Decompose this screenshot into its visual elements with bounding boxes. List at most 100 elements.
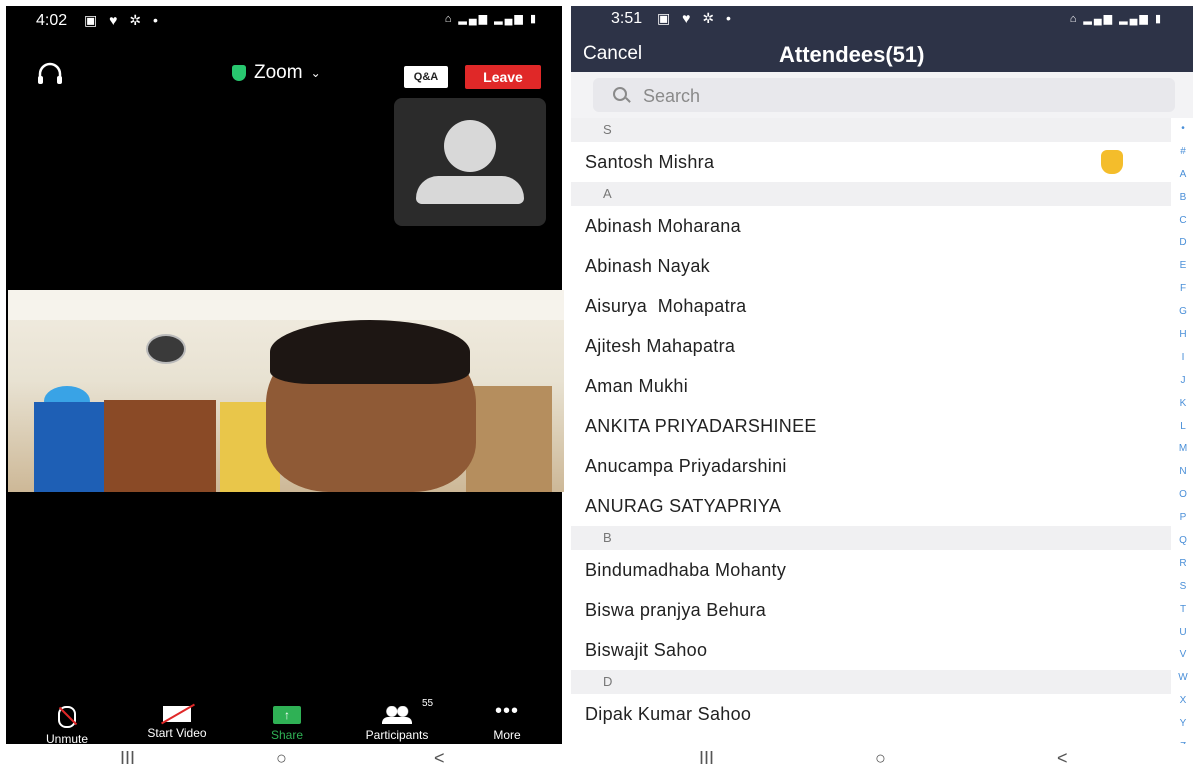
attendee-name: Ajitesh Mahapatra	[585, 336, 736, 356]
index-letter[interactable]: #	[1173, 141, 1193, 164]
shelf-image	[466, 386, 552, 492]
attendee-name: Santosh Mishra	[585, 152, 715, 172]
video-ceiling	[8, 290, 564, 320]
index-letter[interactable]: M	[1173, 438, 1193, 461]
back-button[interactable]: <	[434, 748, 445, 769]
index-letter[interactable]: S	[1173, 576, 1193, 599]
attendees-screen: 3:51 ▣ ♥ ✲ • ⌂ ▂▄▆ ▂▄▆ ▮ Cancel Attendee…	[571, 6, 1193, 774]
attendee-row[interactable]: ANKITA PRIYADARSHINEE	[571, 406, 1171, 446]
wall-clock-image	[146, 334, 186, 364]
share-button[interactable]: ↑ Share	[232, 696, 342, 744]
signal-battery-icons: ⌂ ▂▄▆ ▂▄▆ ▮	[444, 13, 538, 25]
index-letter[interactable]: U	[1173, 622, 1193, 645]
index-letter[interactable]: D	[1173, 232, 1193, 255]
recents-button[interactable]: III	[699, 748, 714, 769]
index-letter[interactable]: V	[1173, 644, 1193, 667]
index-letter[interactable]: G	[1173, 301, 1193, 324]
speaker-hair	[270, 320, 470, 384]
zoom-meeting-screen: 4:02 ▣ ♥ ✲ • ⌂ ▂▄▆ ▂▄▆ ▮ Zoom ⌄ Q&A Leav…	[4, 6, 564, 774]
self-video-tile[interactable]	[394, 98, 546, 226]
attendee-name: Aisurya Mohapatra	[585, 296, 747, 316]
home-button[interactable]: ○	[875, 748, 886, 769]
alphabet-index[interactable]: • # A B C D E F G H I J K L M N O P Q R …	[1173, 118, 1193, 759]
index-letter[interactable]: X	[1173, 690, 1193, 713]
attendee-row[interactable]: Abinash Moharana	[571, 206, 1171, 246]
attendees-title: Attendees(51)	[779, 42, 925, 67]
attendee-row[interactable]: Ajitesh Mahapatra	[571, 326, 1171, 366]
attendee-name: Abinash Nayak	[585, 256, 710, 276]
attendee-row[interactable]: Biswajit Sahoo	[571, 630, 1171, 670]
index-letter[interactable]: J	[1173, 370, 1193, 393]
index-letter[interactable]: Q	[1173, 530, 1193, 553]
index-letter[interactable]: N	[1173, 461, 1193, 484]
attendee-list: S Santosh Mishra A Abinash Moharana Abin…	[571, 118, 1171, 734]
index-letter[interactable]: W	[1173, 667, 1193, 690]
index-letter[interactable]: O	[1173, 484, 1193, 507]
index-letter[interactable]: K	[1173, 393, 1193, 416]
participants-label: Participants	[365, 728, 429, 742]
section-header: S	[571, 118, 1171, 142]
index-letter[interactable]: H	[1173, 324, 1193, 347]
more-button[interactable]: ••• More	[452, 696, 562, 744]
index-letter[interactable]: B	[1173, 187, 1193, 210]
android-nav-bar: III ○ <	[571, 744, 1193, 774]
attendee-row[interactable]: Aman Mukhi	[571, 366, 1171, 406]
attendee-row[interactable]: Dipak Kumar Sahoo	[571, 694, 1171, 734]
status-bar: 4:02 ▣ ♥ ✲ • ⌂ ▂▄▆ ▂▄▆ ▮	[6, 6, 562, 36]
meeting-toolbar: Unmute Start Video ↑ Share Participants …	[6, 696, 562, 746]
attendee-row[interactable]: Bindumadhaba Mohanty	[571, 550, 1171, 590]
index-letter[interactable]: P	[1173, 507, 1193, 530]
unmute-button[interactable]: Unmute	[12, 696, 122, 746]
attendee-name: Biswajit Sahoo	[585, 640, 708, 660]
meeting-title-dropdown[interactable]: Zoom ⌄	[232, 62, 321, 84]
door-image	[104, 400, 216, 492]
avatar-head-icon	[444, 120, 496, 172]
attendee-name: Dipak Kumar Sahoo	[585, 704, 752, 724]
attendee-name: ANKITA PRIYADARSHINEE	[585, 416, 817, 436]
attendee-row[interactable]: ANURAG SATYAPRIYA	[571, 486, 1171, 526]
search-bar	[571, 72, 1193, 118]
cancel-button[interactable]: Cancel	[583, 43, 642, 65]
meeting-top-bar: Zoom ⌄ Q&A Leave	[6, 58, 562, 92]
share-label: Share	[270, 728, 304, 742]
attendee-row[interactable]: Abinash Nayak	[571, 246, 1171, 286]
search-input[interactable]	[641, 83, 1145, 109]
index-letter[interactable]: A	[1173, 164, 1193, 187]
index-letter[interactable]: L	[1173, 416, 1193, 439]
index-letter[interactable]: T	[1173, 599, 1193, 622]
section-header: A	[571, 182, 1171, 206]
home-button[interactable]: ○	[276, 748, 287, 769]
attendee-row[interactable]: Biswa pranjya Behura	[571, 590, 1171, 630]
qa-button[interactable]: Q&A	[404, 66, 448, 88]
index-letter[interactable]: E	[1173, 255, 1193, 278]
search-box[interactable]	[593, 78, 1175, 112]
attendee-name: Biswa pranjya Behura	[585, 600, 767, 620]
status-time: 3:51	[611, 10, 643, 27]
video-off-icon	[163, 706, 191, 722]
security-shield-icon	[232, 65, 246, 81]
participants-button[interactable]: Participants	[342, 696, 452, 744]
attendees-header: 3:51 ▣ ♥ ✲ • ⌂ ▂▄▆ ▂▄▆ ▮ Cancel Attendee…	[571, 6, 1193, 72]
participants-icon	[380, 706, 414, 724]
attendee-row[interactable]: Aisurya Mohapatra	[571, 286, 1171, 326]
share-arrow-icon: ↑	[273, 706, 301, 724]
attendee-row[interactable]: Santosh Mishra	[571, 142, 1171, 182]
search-icon	[613, 87, 627, 101]
raised-hand-icon	[1101, 150, 1123, 174]
notification-icons: ▣ ♥ ✲ •	[657, 10, 735, 26]
index-letter[interactable]: •	[1173, 118, 1193, 141]
index-letter[interactable]: F	[1173, 278, 1193, 301]
audio-headset-icon[interactable]	[36, 62, 64, 88]
attendee-row[interactable]: Anucampa Priyadarshini	[571, 446, 1171, 486]
section-header: D	[571, 670, 1171, 694]
index-letter[interactable]: Y	[1173, 713, 1193, 736]
active-speaker-video[interactable]	[8, 290, 564, 492]
recents-button[interactable]: III	[120, 748, 135, 769]
status-time: 4:02	[36, 12, 68, 29]
start-video-button[interactable]: Start Video	[122, 696, 232, 744]
index-letter[interactable]: R	[1173, 553, 1193, 576]
index-letter[interactable]: I	[1173, 347, 1193, 370]
back-button[interactable]: <	[1057, 748, 1068, 769]
leave-button[interactable]: Leave	[465, 65, 541, 89]
index-letter[interactable]: C	[1173, 210, 1193, 233]
